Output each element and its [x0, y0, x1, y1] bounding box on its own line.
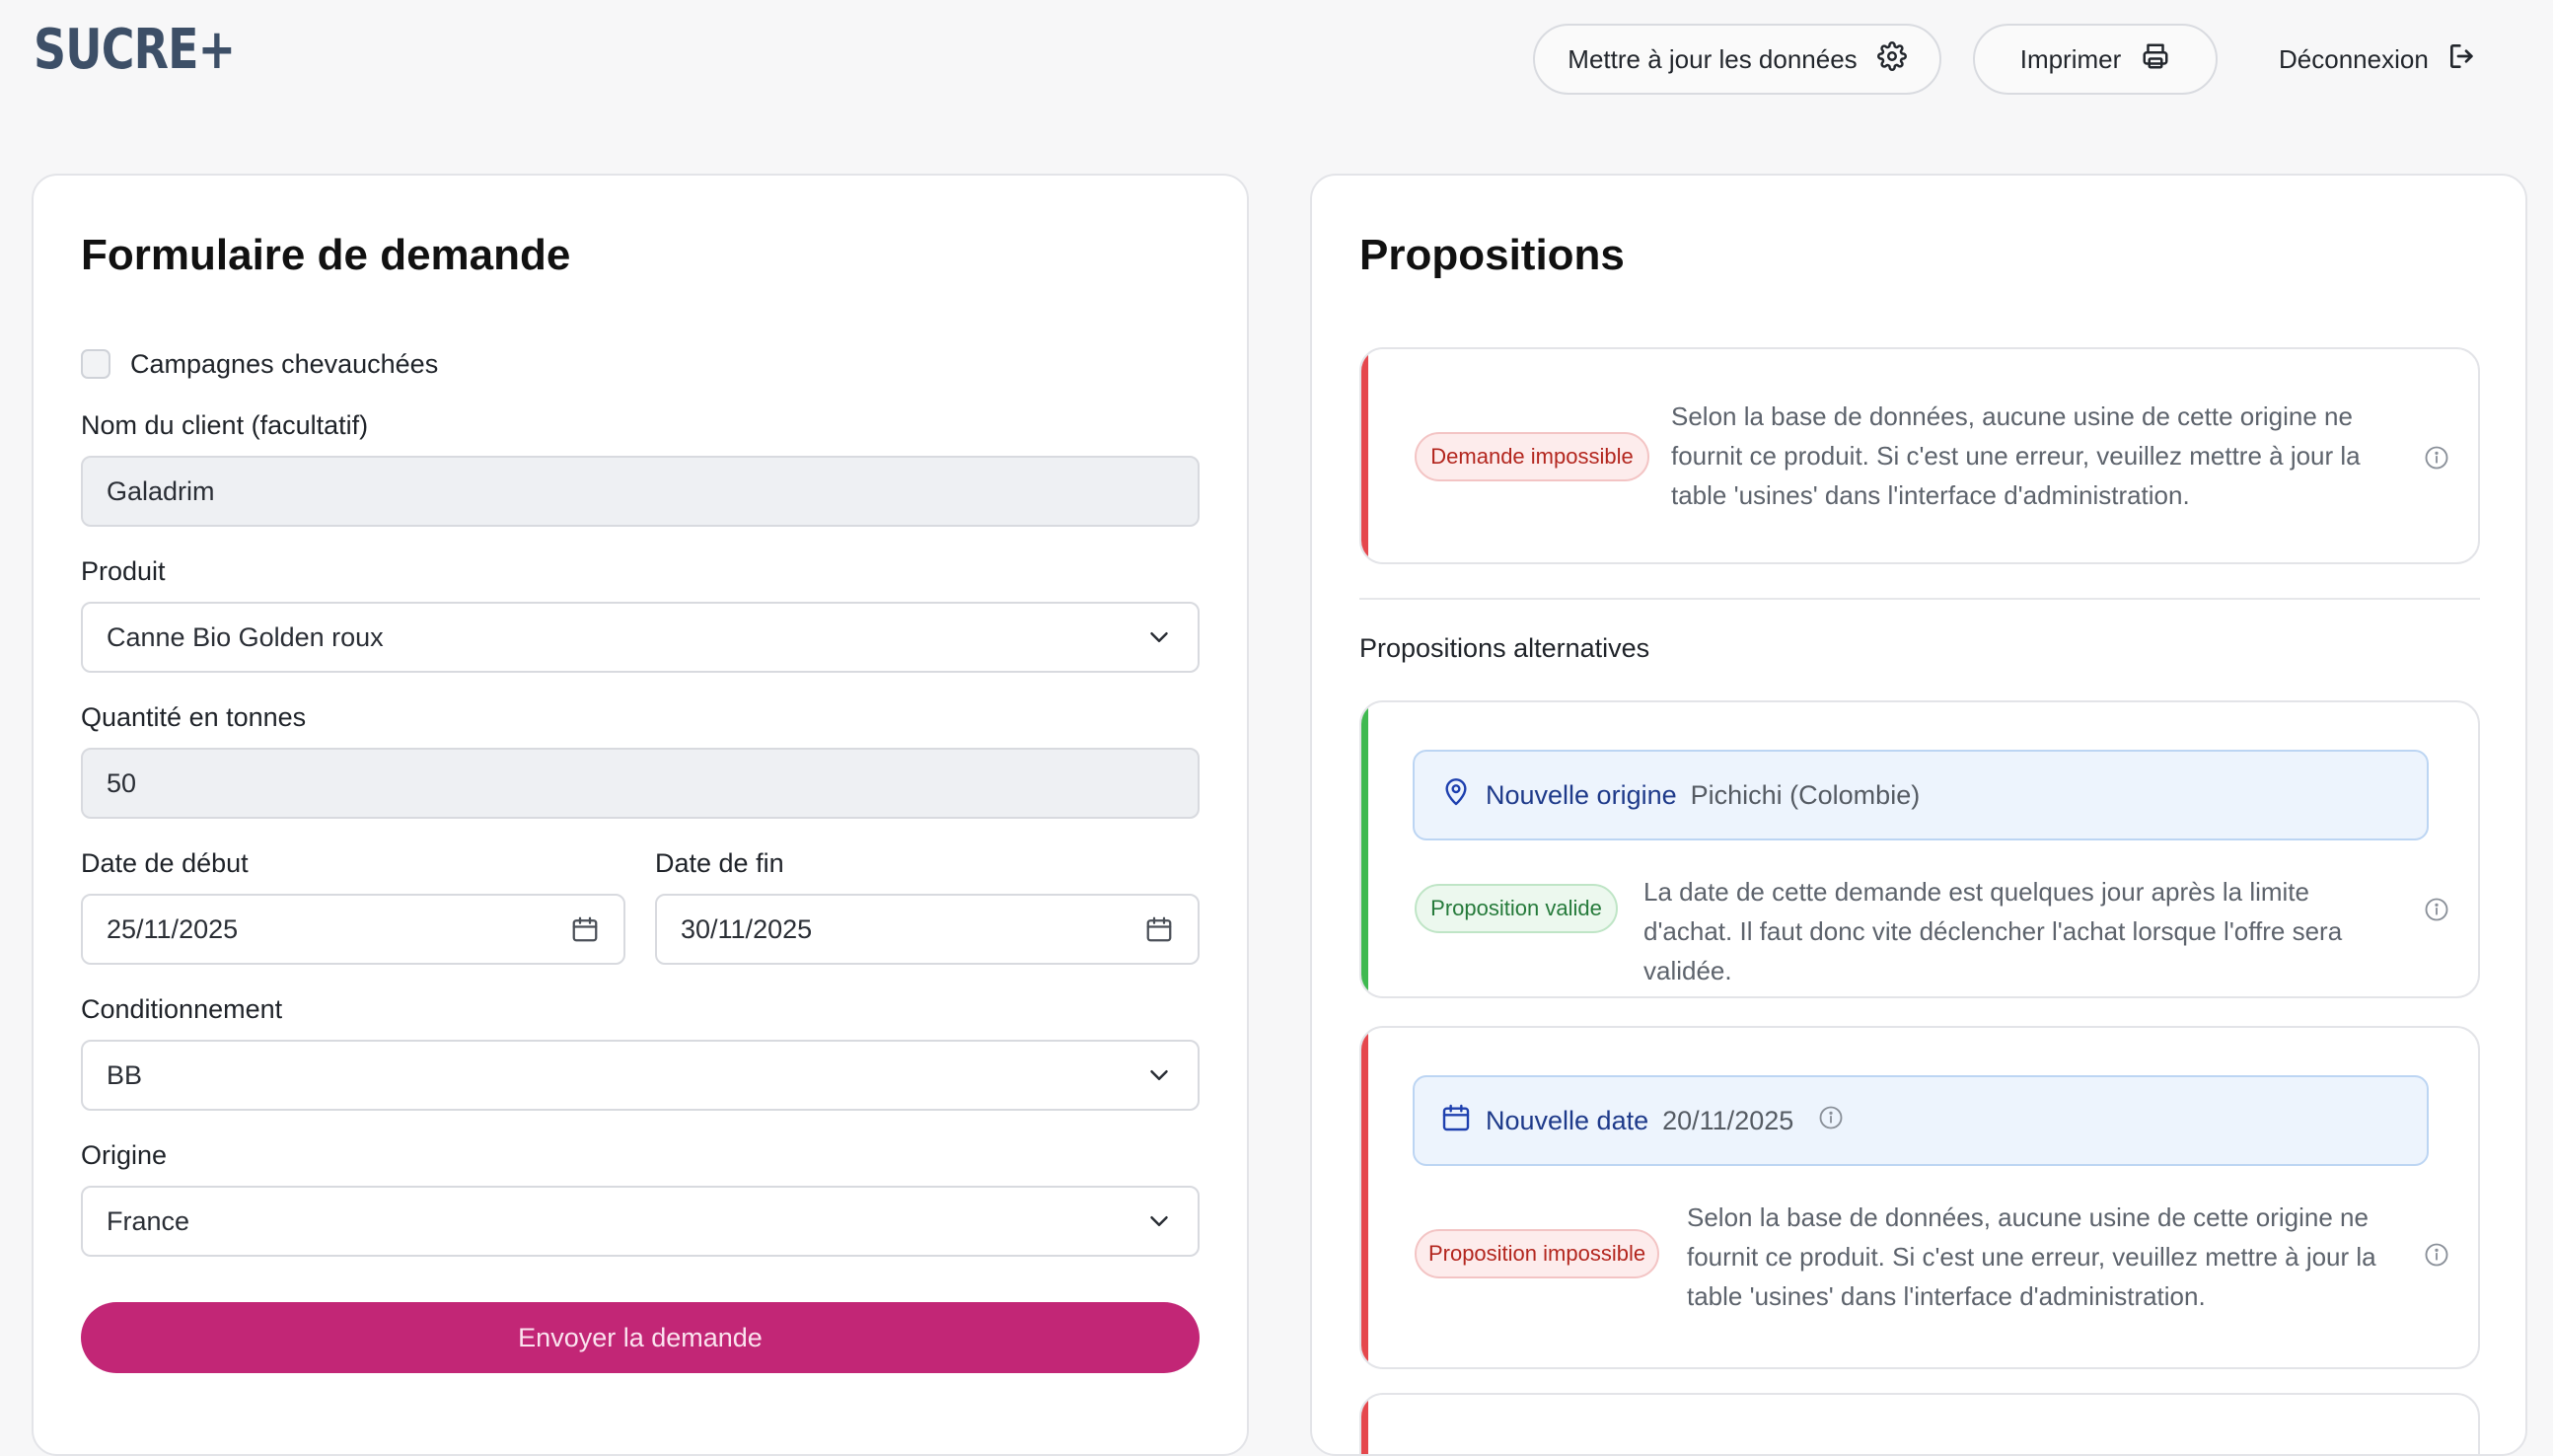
propositions-card: Propositions Demande impossible Selon la… — [1310, 174, 2527, 1456]
logout-label: Déconnexion — [2279, 43, 2429, 74]
packaging-value: BB — [107, 1059, 143, 1090]
form-title: Formulaire de demande — [81, 231, 571, 279]
packaging-select[interactable]: BB — [81, 1040, 1200, 1111]
alternatives-title: Propositions alternatives — [1359, 633, 1650, 663]
alternative-proposition: Nouvelle date 20/11/2025 Proposition imp… — [1359, 1026, 2480, 1369]
status-badge: Demande impossible — [1415, 432, 1649, 481]
alternative-proposition: Nouvelle origine Pichichi (Colombie) Pro… — [1359, 700, 2480, 998]
proposition-text: La date de cette demande est quelques jo… — [1643, 877, 2343, 985]
status-bar — [1361, 1028, 1368, 1367]
info-icon[interactable] — [2423, 896, 2450, 923]
change-value: 20/11/2025 — [1662, 1105, 1794, 1135]
calendar-icon[interactable] — [1144, 914, 1174, 944]
start-date-label: Date de début — [81, 848, 249, 878]
origin-select[interactable]: France — [81, 1186, 1200, 1257]
info-icon[interactable] — [2423, 1241, 2450, 1269]
proposition-text: Selon la base de données, aucune usine d… — [1687, 1202, 2376, 1311]
request-form-card: Formulaire de demande Campagnes chevauch… — [32, 174, 1249, 1456]
alternative-proposition — [1359, 1393, 2480, 1454]
overlap-checkbox[interactable] — [81, 349, 110, 379]
change-kind: Nouvelle date — [1486, 1105, 1649, 1135]
status-badge: Proposition impossible — [1415, 1229, 1659, 1278]
print-button[interactable]: Imprimer — [1973, 24, 2218, 95]
product-value: Canne Bio Golden roux — [107, 621, 384, 652]
end-date-input[interactable]: 30/11/2025 — [655, 894, 1200, 965]
quantity-input[interactable]: 50 — [81, 748, 1200, 819]
status-badge: Proposition valide — [1415, 884, 1618, 933]
start-date-input[interactable]: 25/11/2025 — [81, 894, 625, 965]
update-data-button[interactable]: Mettre à jour les données — [1533, 24, 1941, 95]
divider — [1359, 598, 2480, 600]
app-logo[interactable]: SUCRE+ — [34, 17, 279, 82]
origin-value: France — [107, 1205, 190, 1236]
printer-icon — [2141, 41, 2170, 78]
chevron-down-icon — [1144, 1206, 1174, 1236]
logout-icon — [2446, 40, 2478, 79]
start-date-value: 25/11/2025 — [107, 913, 239, 944]
status-bar — [1361, 1395, 1368, 1454]
info-icon[interactable] — [1817, 1104, 1845, 1138]
end-date-value: 30/11/2025 — [681, 913, 813, 944]
origin-label: Origine — [81, 1140, 168, 1170]
map-pin-icon — [1440, 776, 1472, 815]
proposition-text: Selon la base de données, aucune usine d… — [1671, 401, 2361, 510]
client-input[interactable]: Galadrim — [81, 456, 1200, 527]
update-data-label: Mettre à jour les données — [1568, 43, 1858, 74]
calendar-icon[interactable] — [570, 914, 600, 944]
product-label: Produit — [81, 556, 166, 586]
change-kind: Nouvelle origine — [1486, 779, 1677, 810]
status-bar — [1361, 702, 1368, 996]
change-value: Pichichi (Colombie) — [1690, 779, 1921, 810]
overlap-label: Campagnes chevauchées — [130, 349, 439, 379]
gear-icon — [1876, 40, 1907, 78]
client-label: Nom du client (facultatif) — [81, 410, 369, 440]
client-value: Galadrim — [107, 475, 215, 506]
alternative-change-box: Nouvelle origine Pichichi (Colombie) — [1413, 750, 2429, 840]
status-bar — [1361, 349, 1368, 562]
propositions-title: Propositions — [1359, 231, 1625, 279]
quantity-label: Quantité en tonnes — [81, 702, 307, 732]
calendar-icon — [1440, 1102, 1472, 1140]
chevron-down-icon — [1144, 622, 1174, 652]
packaging-label: Conditionnement — [81, 994, 283, 1024]
print-label: Imprimer — [2019, 43, 2122, 74]
logout-button[interactable]: Déconnexion — [2279, 24, 2478, 95]
alternative-change-box: Nouvelle date 20/11/2025 — [1413, 1075, 2429, 1166]
main-proposition: Demande impossible Selon la base de donn… — [1359, 347, 2480, 564]
info-icon[interactable] — [2423, 444, 2450, 472]
quantity-value: 50 — [107, 767, 137, 798]
submit-request-button[interactable]: Envoyer la demande — [81, 1302, 1200, 1373]
logo-text: SUCRE+ — [34, 17, 236, 82]
product-select[interactable]: Canne Bio Golden roux — [81, 602, 1200, 673]
end-date-label: Date de fin — [655, 848, 784, 878]
chevron-down-icon — [1144, 1060, 1174, 1090]
